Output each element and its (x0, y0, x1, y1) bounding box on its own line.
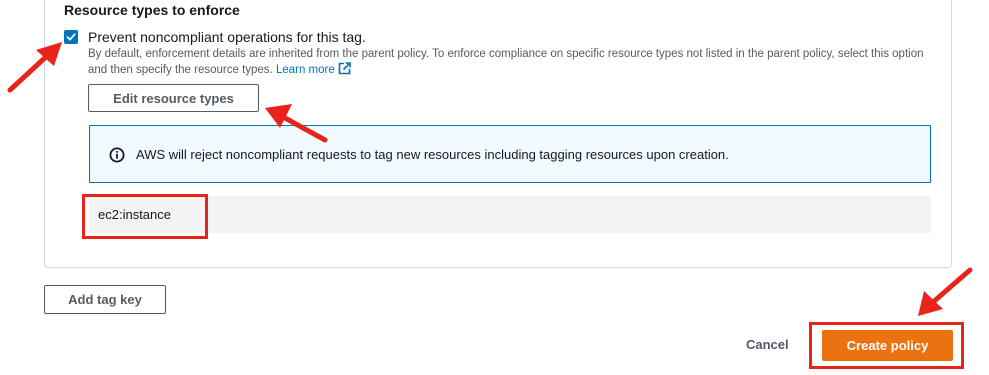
checkbox-description: By default, enforcement details are inhe… (88, 46, 928, 78)
learn-more-link[interactable]: Learn more (276, 62, 351, 76)
info-icon (109, 147, 125, 163)
checkbox-label[interactable]: Prevent noncompliant operations for this… (88, 29, 366, 45)
checkmark-icon (66, 33, 76, 41)
edit-resource-types-button[interactable]: Edit resource types (88, 84, 259, 112)
cancel-button[interactable]: Cancel (746, 337, 789, 352)
add-tag-key-button[interactable]: Add tag key (44, 285, 166, 314)
arrow-to-create-policy (918, 267, 973, 316)
info-alert-text: AWS will reject noncompliant requests to… (136, 147, 729, 162)
section-title: Resource types to enforce (64, 2, 240, 18)
highlight-box-create-policy (809, 322, 964, 369)
highlight-box-resource-type (82, 194, 208, 239)
learn-more-label[interactable]: Learn more (276, 64, 335, 76)
prevent-noncompliant-checkbox[interactable] (64, 30, 78, 44)
resource-type-row (89, 196, 931, 233)
checkbox-description-text: By default, enforcement details are inhe… (88, 48, 924, 76)
info-alert: AWS will reject noncompliant requests to… (89, 125, 931, 183)
external-link-icon[interactable] (338, 62, 351, 75)
